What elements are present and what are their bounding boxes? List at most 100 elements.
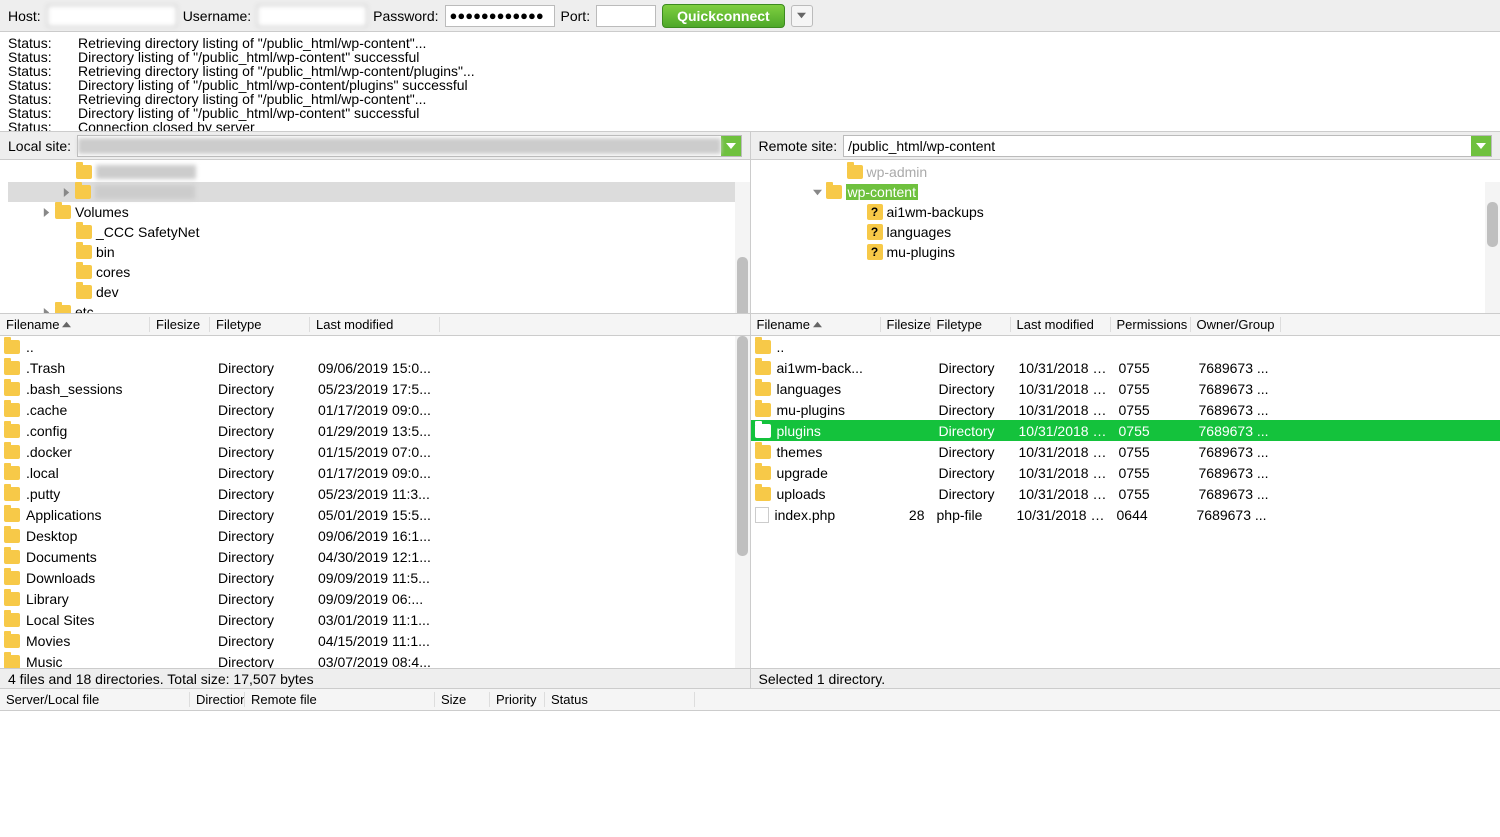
file-row[interactable]: DownloadsDirectory09/09/2019 11:5... bbox=[0, 567, 750, 588]
scrollbar[interactable] bbox=[735, 182, 750, 313]
connection-toolbar: Host: Username: Password: Port: Quickcon… bbox=[0, 0, 1500, 32]
tree-item[interactable]: ?ai1wm-backups bbox=[759, 202, 1493, 222]
file-row[interactable]: .dockerDirectory01/15/2019 07:0... bbox=[0, 441, 750, 462]
filetype-cell: Directory bbox=[933, 444, 1013, 460]
file-list-panes: FilenameFilesizeFiletypeLast modified ..… bbox=[0, 314, 1500, 669]
modified-cell: 01/29/2019 13:5... bbox=[312, 423, 442, 439]
file-row[interactable]: DocumentsDirectory04/30/2019 12:1... bbox=[0, 546, 750, 567]
filetype-cell: Directory bbox=[933, 465, 1013, 481]
disclosure-right-icon[interactable] bbox=[62, 188, 71, 197]
file-row[interactable]: ApplicationsDirectory05/01/2019 15:5... bbox=[0, 504, 750, 525]
log-row: Status:Directory listing of "/public_htm… bbox=[8, 50, 1492, 64]
host-input[interactable] bbox=[47, 5, 177, 27]
file-row[interactable]: .configDirectory01/29/2019 13:5... bbox=[0, 420, 750, 441]
tree-item[interactable]: _CCC SafetyNet bbox=[8, 222, 742, 242]
local-site-input[interactable] bbox=[78, 138, 720, 154]
quickconnect-button[interactable]: Quickconnect bbox=[662, 4, 785, 28]
column-header[interactable]: Filesize bbox=[881, 317, 931, 332]
file-row[interactable]: DesktopDirectory09/06/2019 16:1... bbox=[0, 525, 750, 546]
remote-site-input[interactable] bbox=[844, 138, 1471, 154]
tree-item-label: dev bbox=[96, 284, 119, 300]
modified-cell: 04/15/2019 11:1... bbox=[312, 633, 442, 649]
message-log[interactable]: Status:Retrieving directory listing of "… bbox=[0, 32, 1500, 132]
queue-column-header[interactable]: Priority bbox=[490, 692, 545, 707]
file-row[interactable]: .puttyDirectory05/23/2019 11:3... bbox=[0, 483, 750, 504]
scrollbar[interactable] bbox=[735, 336, 750, 668]
modified-cell: 01/17/2019 09:0... bbox=[312, 402, 442, 418]
filename-cell: Local Sites bbox=[20, 612, 152, 628]
queue-column-header[interactable]: Direction bbox=[190, 692, 245, 707]
tree-item[interactable]: dev bbox=[8, 282, 742, 302]
remote-site-dropdown[interactable] bbox=[1471, 136, 1491, 156]
file-row[interactable]: .. bbox=[0, 336, 750, 357]
file-row[interactable]: pluginsDirectory10/31/2018 0...075576896… bbox=[751, 420, 1500, 441]
column-header[interactable]: Filename bbox=[0, 317, 150, 332]
local-rows[interactable]: ...TrashDirectory09/06/2019 15:0....bash… bbox=[0, 336, 750, 668]
file-row[interactable]: .. bbox=[751, 336, 1500, 357]
file-row[interactable]: MoviesDirectory04/15/2019 11:1... bbox=[0, 630, 750, 651]
local-tree-pane[interactable]: Volumes_CCC SafetyNetbincores dev etc bbox=[0, 160, 751, 313]
queue-column-header[interactable]: Status bbox=[545, 692, 695, 707]
queue-column-header[interactable]: Server/Local file bbox=[0, 692, 190, 707]
file-row[interactable]: mu-pluginsDirectory10/31/2018 0...075576… bbox=[751, 399, 1500, 420]
file-row[interactable]: .cacheDirectory01/17/2019 09:0... bbox=[0, 399, 750, 420]
column-header[interactable]: Permissions bbox=[1111, 317, 1191, 332]
column-header[interactable]: Filetype bbox=[931, 317, 1011, 332]
tree-item[interactable]: ?languages bbox=[759, 222, 1493, 242]
unknown-folder-icon: ? bbox=[867, 244, 883, 260]
folder-icon bbox=[755, 487, 771, 501]
remote-file-list: FilenameFilesizeFiletypeLast modifiedPer… bbox=[751, 314, 1500, 668]
remote-rows[interactable]: ..ai1wm-back...Directory10/31/2018 0...0… bbox=[751, 336, 1500, 668]
disclosure-down-icon[interactable] bbox=[813, 188, 822, 197]
file-row[interactable]: .localDirectory01/17/2019 09:0... bbox=[0, 462, 750, 483]
tree-item[interactable]: wp-admin bbox=[759, 162, 1493, 182]
permissions-cell: 0755 bbox=[1113, 360, 1193, 376]
folder-icon bbox=[75, 185, 91, 199]
column-header[interactable]: Filename bbox=[751, 317, 881, 332]
column-header[interactable]: Last modified bbox=[310, 317, 440, 332]
file-row[interactable]: Local SitesDirectory03/01/2019 11:1... bbox=[0, 609, 750, 630]
modified-cell: 01/17/2019 09:0... bbox=[312, 465, 442, 481]
column-header[interactable]: Last modified bbox=[1011, 317, 1111, 332]
tree-item[interactable]: Volumes bbox=[8, 202, 742, 222]
file-row[interactable]: languagesDirectory10/31/2018 0...0755768… bbox=[751, 378, 1500, 399]
username-input[interactable] bbox=[257, 5, 367, 27]
file-row[interactable]: .bash_sessionsDirectory05/23/2019 17:5..… bbox=[0, 378, 750, 399]
modified-cell: 10/31/2018 0... bbox=[1013, 402, 1113, 418]
modified-cell: 10/31/2018 0... bbox=[1013, 465, 1113, 481]
transfer-queue[interactable] bbox=[0, 711, 1500, 837]
log-key: Status: bbox=[8, 36, 58, 50]
local-site-dropdown[interactable] bbox=[721, 136, 741, 156]
tree-item[interactable] bbox=[8, 182, 742, 202]
port-input[interactable] bbox=[596, 5, 656, 27]
column-header[interactable]: Filetype bbox=[210, 317, 310, 332]
remote-tree-pane[interactable]: wp-adminwp-content?ai1wm-backups?languag… bbox=[751, 160, 1500, 313]
filetype-cell: Directory bbox=[212, 570, 312, 586]
file-row[interactable]: ai1wm-back...Directory10/31/2018 0...075… bbox=[751, 357, 1500, 378]
file-row[interactable]: index.php28php-file10/31/2018 0...064476… bbox=[751, 504, 1500, 525]
tree-item[interactable] bbox=[8, 162, 742, 182]
tree-item[interactable]: etc bbox=[8, 302, 742, 313]
queue-column-header[interactable]: Remote file bbox=[245, 692, 435, 707]
file-row[interactable]: themesDirectory10/31/2018 0...0755768967… bbox=[751, 441, 1500, 462]
tree-item[interactable]: bin bbox=[8, 242, 742, 262]
disclosure-right-icon[interactable] bbox=[42, 308, 51, 314]
password-input[interactable] bbox=[445, 5, 555, 27]
queue-column-header[interactable]: Size bbox=[435, 692, 490, 707]
column-header[interactable]: Filesize bbox=[150, 317, 210, 332]
column-header[interactable]: Owner/Group bbox=[1191, 317, 1281, 332]
tree-item[interactable]: ?mu-plugins bbox=[759, 242, 1493, 262]
file-row[interactable]: .TrashDirectory09/06/2019 15:0... bbox=[0, 357, 750, 378]
disclosure-right-icon[interactable] bbox=[42, 208, 51, 217]
filetype-cell: Directory bbox=[933, 486, 1013, 502]
file-row[interactable]: MusicDirectory03/07/2019 08:4... bbox=[0, 651, 750, 668]
file-row[interactable]: upgradeDirectory10/31/2018 0...075576896… bbox=[751, 462, 1500, 483]
tree-item[interactable]: cores bbox=[8, 262, 742, 282]
file-row[interactable]: LibraryDirectory09/09/2019 06:... bbox=[0, 588, 750, 609]
local-file-list: FilenameFilesizeFiletypeLast modified ..… bbox=[0, 314, 751, 668]
file-row[interactable]: uploadsDirectory10/31/2018 0...075576896… bbox=[751, 483, 1500, 504]
tree-item[interactable]: wp-content bbox=[759, 182, 1493, 202]
folder-icon bbox=[847, 165, 863, 179]
scrollbar[interactable] bbox=[1485, 182, 1500, 313]
quickconnect-dropdown[interactable] bbox=[791, 5, 813, 27]
